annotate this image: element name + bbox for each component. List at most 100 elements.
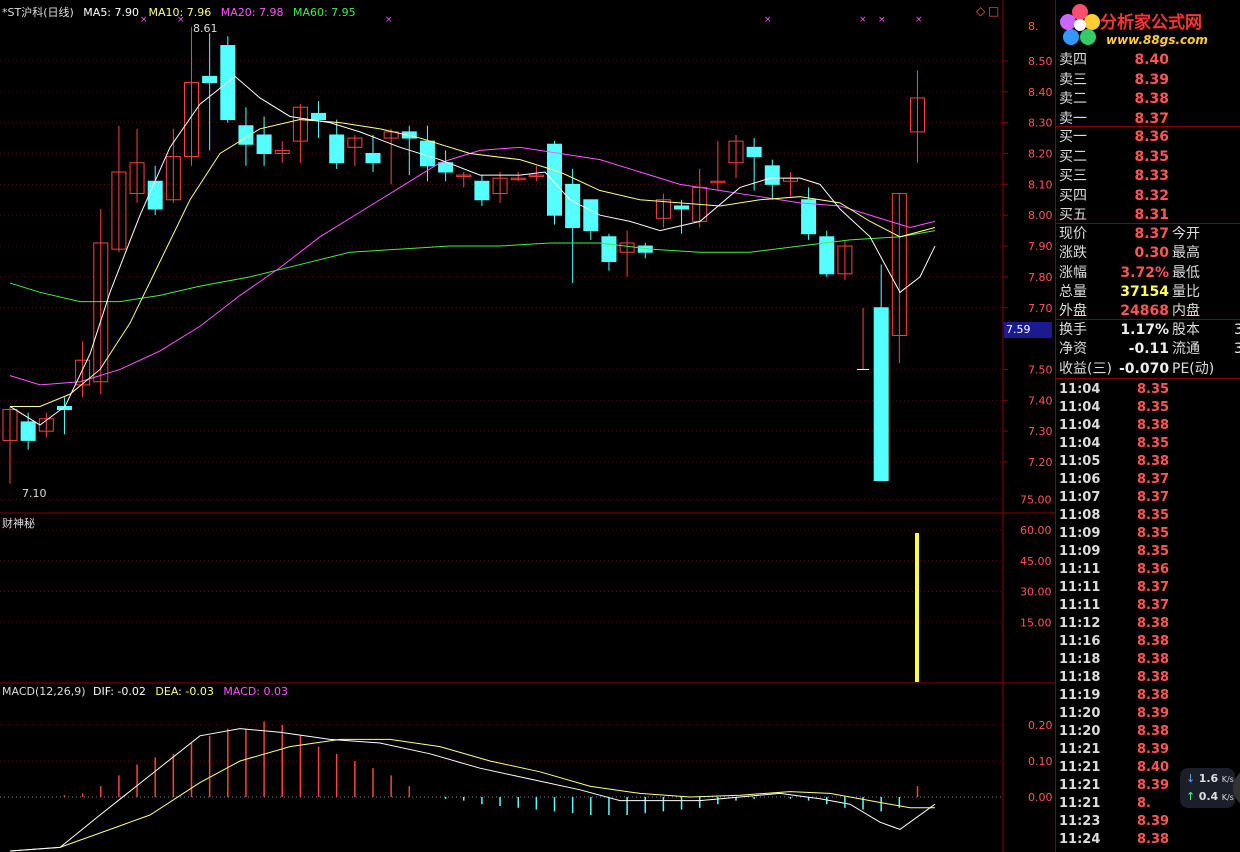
tick-price: 8.39 <box>1137 814 1170 829</box>
tick-price: 8.39 <box>1137 706 1170 721</box>
download-speed: ↓ 1.6 K/s <box>1186 772 1234 785</box>
ma5-label: MA5: 7.90 <box>83 6 140 19</box>
logo-title: 分析家公式网 <box>1100 13 1202 33</box>
stat-label-secondary: 流通 <box>1172 341 1200 358</box>
price-axis-label: 7.30 <box>1028 425 1053 438</box>
tick-price: 8.35 <box>1137 382 1170 397</box>
price-axis-label: 7.50 <box>1028 363 1053 376</box>
ma60-label: MA60: 7.95 <box>292 6 356 19</box>
stat-label: 换手 <box>1059 322 1087 338</box>
tick-price: 8.37 <box>1137 490 1170 505</box>
stat-value: -0.11 <box>1128 341 1169 358</box>
macd-value: MACD: 0.03 <box>223 685 288 698</box>
stat-value: 24868 <box>1120 303 1169 320</box>
tick-time: 11:12 <box>1059 616 1101 631</box>
tick-time: 11:08 <box>1059 508 1101 523</box>
tick-price: 8.38 <box>1137 616 1170 631</box>
stat-label: 外盘 <box>1059 303 1087 320</box>
ma20-label: MA20: 7.98 <box>220 6 284 19</box>
stat-label-secondary: 内盘 <box>1172 303 1200 320</box>
tick-price: 8.35 <box>1137 400 1170 415</box>
stat-label: 现价 <box>1059 226 1087 242</box>
tick-time: 11:04 <box>1059 418 1101 433</box>
tick-time: 11:21 <box>1059 778 1101 793</box>
candle-body <box>329 134 345 164</box>
stat-value: 1.17% <box>1120 322 1169 338</box>
ask-price: 8.40 <box>1134 52 1169 68</box>
tick-time: 11:20 <box>1059 724 1101 739</box>
tick-price: 8.38 <box>1137 670 1170 685</box>
bid-label: 买四 <box>1059 187 1087 204</box>
bid-price: 8.32 <box>1134 187 1169 204</box>
tick-time: 11:07 <box>1059 490 1101 505</box>
tick-price: 8.35 <box>1137 508 1170 523</box>
candle-body <box>873 307 889 482</box>
bid-price: 8.33 <box>1134 168 1169 184</box>
flower-logo-icon <box>1060 4 1100 45</box>
signal-marker: × <box>859 15 867 25</box>
bid-label: 买五 <box>1059 207 1087 223</box>
candle-body <box>256 134 272 155</box>
tick-time: 11:09 <box>1059 526 1101 541</box>
logo-url: www.88gs.com <box>1106 33 1208 47</box>
stat-label-secondary: 最低 <box>1172 264 1200 281</box>
indicator-axis-label: 30.00 <box>1020 586 1052 599</box>
ma10-label: MA10: 7.96 <box>148 6 212 19</box>
tick-price: 8.38 <box>1137 688 1170 703</box>
stat-row: 涨跌 0.30 最高 <box>1059 244 1240 262</box>
macd-axis-label: 0.10 <box>1028 755 1053 768</box>
tick-price: 8.37 <box>1137 472 1170 487</box>
tick-time: 11:05 <box>1059 454 1101 469</box>
tick-price: 8.38 <box>1137 724 1170 739</box>
tick-time: 11:16 <box>1059 634 1101 649</box>
signal-marker: × <box>385 15 393 25</box>
price-axis-label: 8.20 <box>1028 148 1053 161</box>
stat-label: 涨幅 <box>1059 264 1087 281</box>
chart-header: *ST沪科(日线) MA5: 7.90 MA10: 7.96 MA20: 7.9… <box>2 4 362 20</box>
bid-price: 8.36 <box>1134 129 1169 145</box>
tick-time: 11:04 <box>1059 400 1101 415</box>
stat-label: 收益(三) <box>1059 360 1112 377</box>
tick-time: 11:04 <box>1059 382 1101 397</box>
ma5-line <box>9 75 936 426</box>
candle-body <box>764 165 780 185</box>
tick-time: 11:20 <box>1059 706 1101 721</box>
network-speed-widget[interactable]: ↓ 1.6 K/s ↑ 0.4 K/s <box>1180 768 1235 808</box>
stat-row: 现价 8.37 今开 <box>1059 225 1240 243</box>
tick-time: 11:09 <box>1059 544 1101 559</box>
kline-chart-area[interactable]: 8.50 8.40 8.30 8.20 8.10 8.00 7.90 7.80 7.70 7.50… <box>0 0 1055 852</box>
top-price-partial: 8. <box>1028 20 1039 33</box>
macd-axis-label: 0.00 <box>1028 791 1053 804</box>
price-axis-label: 7.80 <box>1028 271 1053 284</box>
window-restore-icon[interactable]: □ <box>988 4 999 18</box>
tick-price: 8. <box>1137 796 1151 811</box>
indicator-axis-label: 45.00 <box>1020 555 1052 568</box>
tick-price: 8.38 <box>1137 418 1170 433</box>
stat-row: 总量 37154 量比 <box>1059 283 1240 301</box>
macd-header: MACD(12,26,9) DIF: -0.02 DEA: -0.03 MACD… <box>2 685 294 698</box>
kline-chart-svg[interactable]: 8.50 8.40 8.30 8.20 8.10 8.00 7.90 7.80 7.70 7.50… <box>0 0 1055 852</box>
stat-label: 涨跌 <box>1059 245 1087 262</box>
candle-body <box>419 140 435 167</box>
candle-body <box>547 143 562 216</box>
tick-time: 11:21 <box>1059 796 1101 811</box>
stat-value: 8.37 <box>1134 226 1169 242</box>
ma60-line <box>9 230 936 303</box>
candle-body <box>311 112 327 121</box>
stat-label-secondary: 股本 <box>1172 322 1200 338</box>
macd-axis-label: 0.20 <box>1028 719 1053 732</box>
high-price-mark: 8.61 <box>193 22 218 35</box>
candle-body <box>474 180 490 201</box>
signal-marker: × <box>878 15 886 25</box>
ask-price: 8.39 <box>1134 71 1169 88</box>
tick-time: 11:24 <box>1059 832 1101 847</box>
tick-time: 11:23 <box>1059 814 1101 829</box>
candle-body <box>583 199 599 232</box>
candle-body <box>801 199 817 235</box>
tick-price: 8.35 <box>1137 544 1170 559</box>
stat-label: 总量 <box>1059 283 1087 300</box>
stat-label-secondary: 最高 <box>1172 245 1200 262</box>
price-axis-label: 8.40 <box>1028 86 1053 99</box>
macd-dea: DEA: -0.03 <box>155 685 214 698</box>
diamond-icon[interactable]: ◇ <box>976 4 985 18</box>
